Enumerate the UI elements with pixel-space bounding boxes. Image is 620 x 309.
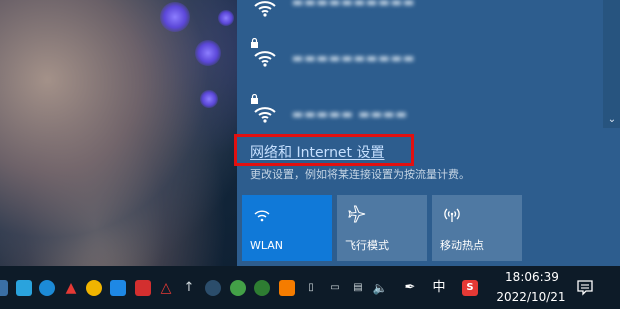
wallpaper-flower <box>195 40 221 66</box>
ime-language-indicator[interactable]: 中 <box>431 280 447 296</box>
tile-label: 飞行模式 <box>345 239 389 252</box>
wifi-secured-icon <box>251 94 276 123</box>
screenshot-app-icon[interactable] <box>16 280 32 296</box>
wallpaper-flower <box>200 90 218 108</box>
network-tray-icon[interactable]: ▤ <box>350 280 366 296</box>
wifi-icon <box>254 210 270 222</box>
network-name: ▬▬▬▬▬▬▬▬▬▬ <box>292 0 416 9</box>
app-icon[interactable] <box>86 280 102 296</box>
app-icon[interactable]: ▯ <box>303 280 319 296</box>
app-icon[interactable] <box>279 280 295 296</box>
mobile-hotspot-tile[interactable]: 移动热点 <box>432 195 522 261</box>
wifi-signal-icon <box>254 1 276 17</box>
wallpaper-flower <box>160 2 190 32</box>
browser-icon[interactable] <box>39 280 55 296</box>
sogou-ime-icon[interactable]: S <box>462 280 478 296</box>
desktop-wallpaper <box>0 0 237 266</box>
network-item[interactable]: ▬▬▬▬▬▬▬▬▬▬ <box>237 0 603 38</box>
app-icon[interactable]: △ <box>158 280 174 296</box>
network-name: ▬▬▬▬▬ ▬▬▬▬ <box>292 107 408 121</box>
network-list-scrollbar[interactable]: ⌄ <box>603 0 620 128</box>
airplane-icon <box>348 205 366 223</box>
hotspot-icon <box>444 208 460 222</box>
app-icon[interactable] <box>110 280 126 296</box>
network-item[interactable]: ▬▬▬▬▬▬▬▬▬▬ <box>237 38 603 88</box>
tile-label: 移动热点 <box>440 239 484 252</box>
usb-device-icon[interactable]: ↑ <box>181 280 197 296</box>
scroll-down-icon[interactable]: ⌄ <box>607 115 617 125</box>
clock-date[interactable]: 2022/10/21 <box>490 290 572 305</box>
pen-icon[interactable]: ✒ <box>402 280 418 296</box>
network-name: ▬▬▬▬▬▬▬▬▬▬ <box>292 51 416 65</box>
settings-description: 更改设置，例如将某连接设置为按流量计费。 <box>250 168 470 181</box>
notification-center-icon[interactable] <box>576 278 594 296</box>
highlight-annotation-box <box>234 134 414 166</box>
app-icon[interactable] <box>230 280 246 296</box>
security-shield-icon[interactable] <box>135 280 151 296</box>
display-icon[interactable]: ▭ <box>327 280 343 296</box>
app-icon[interactable]: ▲ <box>63 280 79 296</box>
airplane-mode-tile[interactable]: 飞行模式 <box>337 195 427 261</box>
wifi-secured-icon <box>251 38 276 67</box>
wechat-icon[interactable] <box>254 280 270 296</box>
tile-label: WLAN <box>250 239 284 252</box>
volume-icon[interactable]: 🔈 <box>372 280 388 296</box>
network-flyout: ⌄ ▬▬▬▬▬▬▬▬▬▬ ▬▬▬▬▬▬▬▬▬▬ ▬▬▬▬▬ ▬▬▬▬ 网络和 I… <box>237 0 620 266</box>
steam-icon[interactable] <box>205 280 221 296</box>
clock-time[interactable]: 18:06:39 <box>500 270 564 285</box>
app-icon[interactable] <box>0 280 8 296</box>
wlan-toggle-tile[interactable]: WLAN <box>242 195 332 261</box>
wallpaper-flower <box>218 10 234 26</box>
